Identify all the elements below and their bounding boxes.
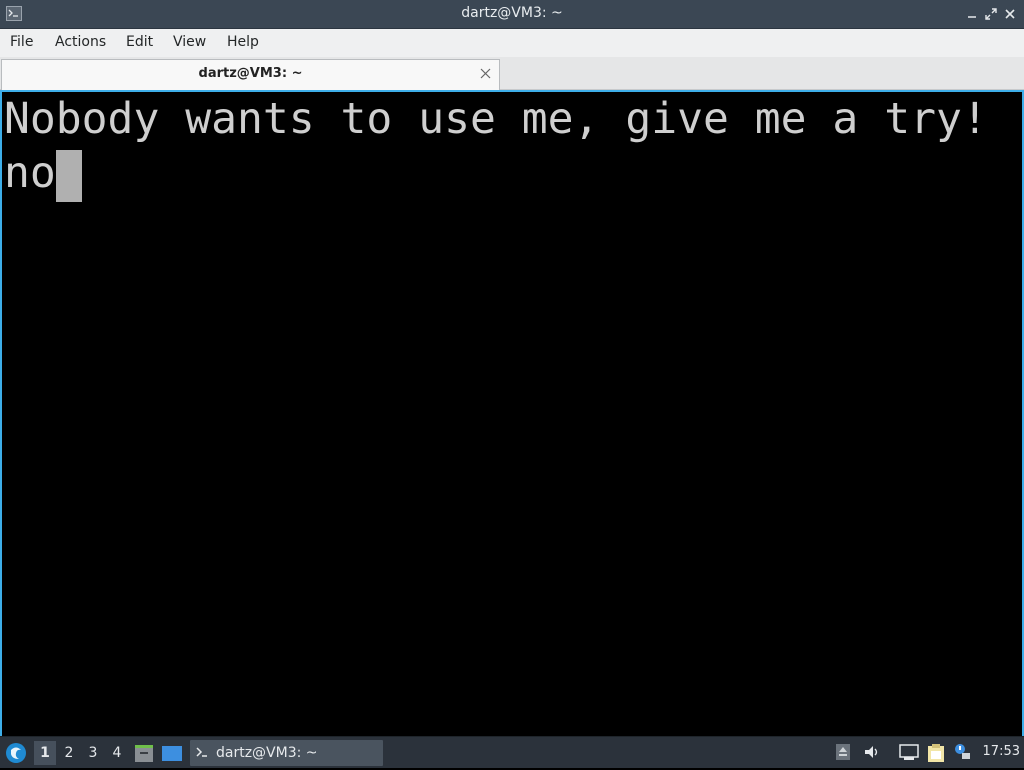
- terminal-output[interactable]: Nobody wants to use me, give me a try! n…: [0, 90, 1024, 736]
- terminal-line: Nobody wants to use me, give me a try!: [4, 94, 988, 144]
- volume-icon[interactable]: [863, 743, 881, 765]
- tab-label: dartz@VM3: ~: [198, 66, 303, 81]
- restore-icon[interactable]: [983, 6, 999, 22]
- network-icon[interactable]: [899, 743, 919, 765]
- tab-terminal[interactable]: dartz@VM3: ~: [1, 59, 500, 90]
- menu-actions[interactable]: Actions: [55, 34, 106, 50]
- clipboard-icon[interactable]: [926, 743, 946, 767]
- update-notifier-icon[interactable]: [953, 743, 971, 765]
- task-label: dartz@VM3: ~: [216, 745, 318, 761]
- menu-file[interactable]: File: [10, 34, 33, 50]
- menu-edit[interactable]: Edit: [126, 34, 153, 50]
- close-icon[interactable]: [1002, 6, 1018, 22]
- workspace-3[interactable]: 3: [82, 741, 104, 765]
- taskbar: 1 2 3 4 dartz@VM3: ~ 17:53: [0, 736, 1024, 768]
- task-terminal[interactable]: dartz@VM3: ~: [190, 740, 383, 766]
- terminal-input-text: no: [4, 148, 56, 198]
- workspace-4[interactable]: 4: [106, 741, 128, 765]
- menu-help[interactable]: Help: [227, 34, 259, 50]
- menu-view[interactable]: View: [173, 34, 206, 50]
- clock[interactable]: 17:53: [983, 744, 1020, 759]
- workspace-2[interactable]: 2: [58, 741, 80, 765]
- menu-bar: File Actions Edit View Help: [0, 29, 1024, 57]
- minimize-icon[interactable]: [964, 6, 980, 22]
- window-title: dartz@VM3: ~: [461, 5, 563, 21]
- desktop-icon[interactable]: [161, 742, 183, 764]
- start-menu-icon[interactable]: [3, 740, 29, 766]
- eject-icon[interactable]: [835, 743, 851, 765]
- window-titlebar[interactable]: dartz@VM3: ~: [0, 0, 1024, 29]
- workspace-1[interactable]: 1: [34, 741, 56, 765]
- text-cursor: [55, 150, 82, 202]
- terminal-icon: [196, 747, 207, 757]
- file-manager-icon[interactable]: [133, 742, 155, 764]
- tab-close-icon[interactable]: [480, 65, 491, 83]
- tab-bar: dartz@VM3: ~: [0, 57, 1024, 90]
- terminal-line-input: no: [4, 148, 82, 202]
